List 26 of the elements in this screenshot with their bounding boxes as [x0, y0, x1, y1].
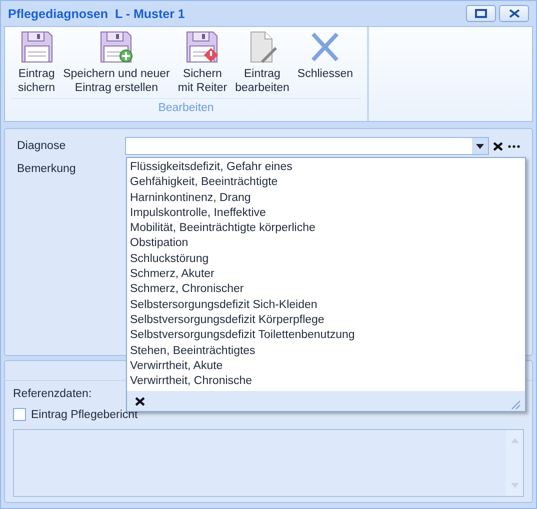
list-item[interactable]: Schmerz, Akuter [130, 267, 522, 282]
ribbon-button[interactable]: Eintrag sichern [14, 31, 60, 98]
list-item[interactable]: Gehfähigkeit, Beeinträchtigte [130, 175, 522, 191]
list-item[interactable]: Impulskontrolle, Ineffektive [130, 206, 522, 222]
group-label: Bearbeiten [157, 101, 215, 114]
list-item[interactable]: Selbstversorgungsdefizit Toilettenbenutzung [130, 328, 522, 344]
list-item[interactable]: Verwirrtheit, Akute [130, 358, 522, 374]
list-item[interactable]: Verwirrtheit, Chronische [130, 374, 522, 390]
list-item[interactable]: Stehen, Beeinträchtigtes [130, 344, 522, 359]
ribbon-button[interactable]: Eintrag bearbeiten [231, 31, 294, 98]
ribbon-button[interactable]: Schliessen [293, 31, 358, 98]
checkbox-label: Eintrag Pflegebericht [31, 408, 138, 420]
field-label: Referenzdaten: [13, 388, 92, 402]
ribbon-button[interactable]: Sichern mit Reiter [174, 31, 232, 98]
ribbon-button[interactable]: Speichern und neuer Eintrag erstellen [59, 31, 174, 98]
list-item[interactable]: Obstipation [130, 236, 522, 252]
list-item[interactable]: Selbstversorgungsdefizit Körperpflege [130, 312, 522, 328]
window-title: Pflegediagnosen L - Muster 1 [8, 6, 185, 20]
list-item[interactable]: Mobilität, Beeinträchtigte körperliche [130, 221, 522, 236]
list-item[interactable]: Flüssigkeitsdefizit, Gefahr eines [130, 160, 522, 176]
field-label: Diagnose [17, 140, 67, 152]
field-label: Bemerkung [17, 163, 77, 175]
list-item[interactable]: Schmerz, Chronischer [130, 282, 522, 298]
list-item[interactable]: Schluckstörung [130, 252, 522, 268]
list-item[interactable]: Selbstersorgungsdefizit Sich-Kleiden [130, 298, 522, 313]
list-item[interactable]: Harninkontinenz, Drang [130, 190, 522, 206]
